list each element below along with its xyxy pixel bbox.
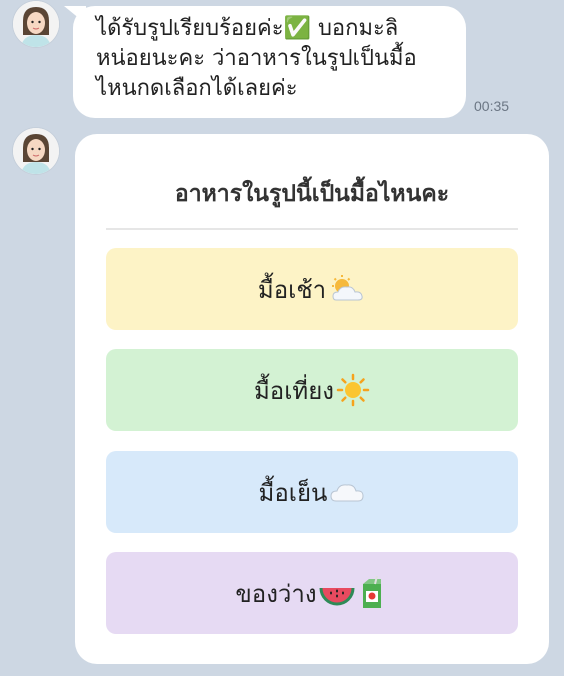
sun-behind-cloud-icon bbox=[328, 274, 366, 304]
message-text: ได้รับรูปเรียบร้อยค่ะ✅ บอกมะลิ หน่อยนะคะ… bbox=[96, 16, 417, 101]
option-lunch-button[interactable]: มื้อเที่ยง bbox=[106, 349, 518, 431]
sun-icon bbox=[336, 373, 370, 407]
option-breakfast-button[interactable]: มื้อเช้า bbox=[106, 248, 518, 330]
watermelon-and-juice-box-icon bbox=[319, 576, 389, 610]
bot-avatar[interactable] bbox=[13, 128, 59, 174]
option-label: มื้อเที่ยง bbox=[253, 376, 335, 405]
bot-avatar[interactable] bbox=[13, 1, 59, 47]
option-label: มื้อเย็น bbox=[258, 478, 328, 507]
bubble-tail bbox=[64, 6, 86, 24]
option-snack-button[interactable]: ของว่าง bbox=[106, 552, 518, 634]
option-dinner-button[interactable]: มื้อเย็น bbox=[106, 451, 518, 533]
cloud-icon bbox=[329, 479, 365, 505]
option-label: ของว่าง bbox=[235, 579, 317, 608]
card-title: อาหารในรูปนี้เป็นมื้อไหนคะ bbox=[174, 181, 450, 207]
option-label: มื้อเช้า bbox=[257, 275, 327, 304]
message-timestamp: 00:35 bbox=[474, 98, 510, 114]
card-divider bbox=[106, 228, 518, 230]
